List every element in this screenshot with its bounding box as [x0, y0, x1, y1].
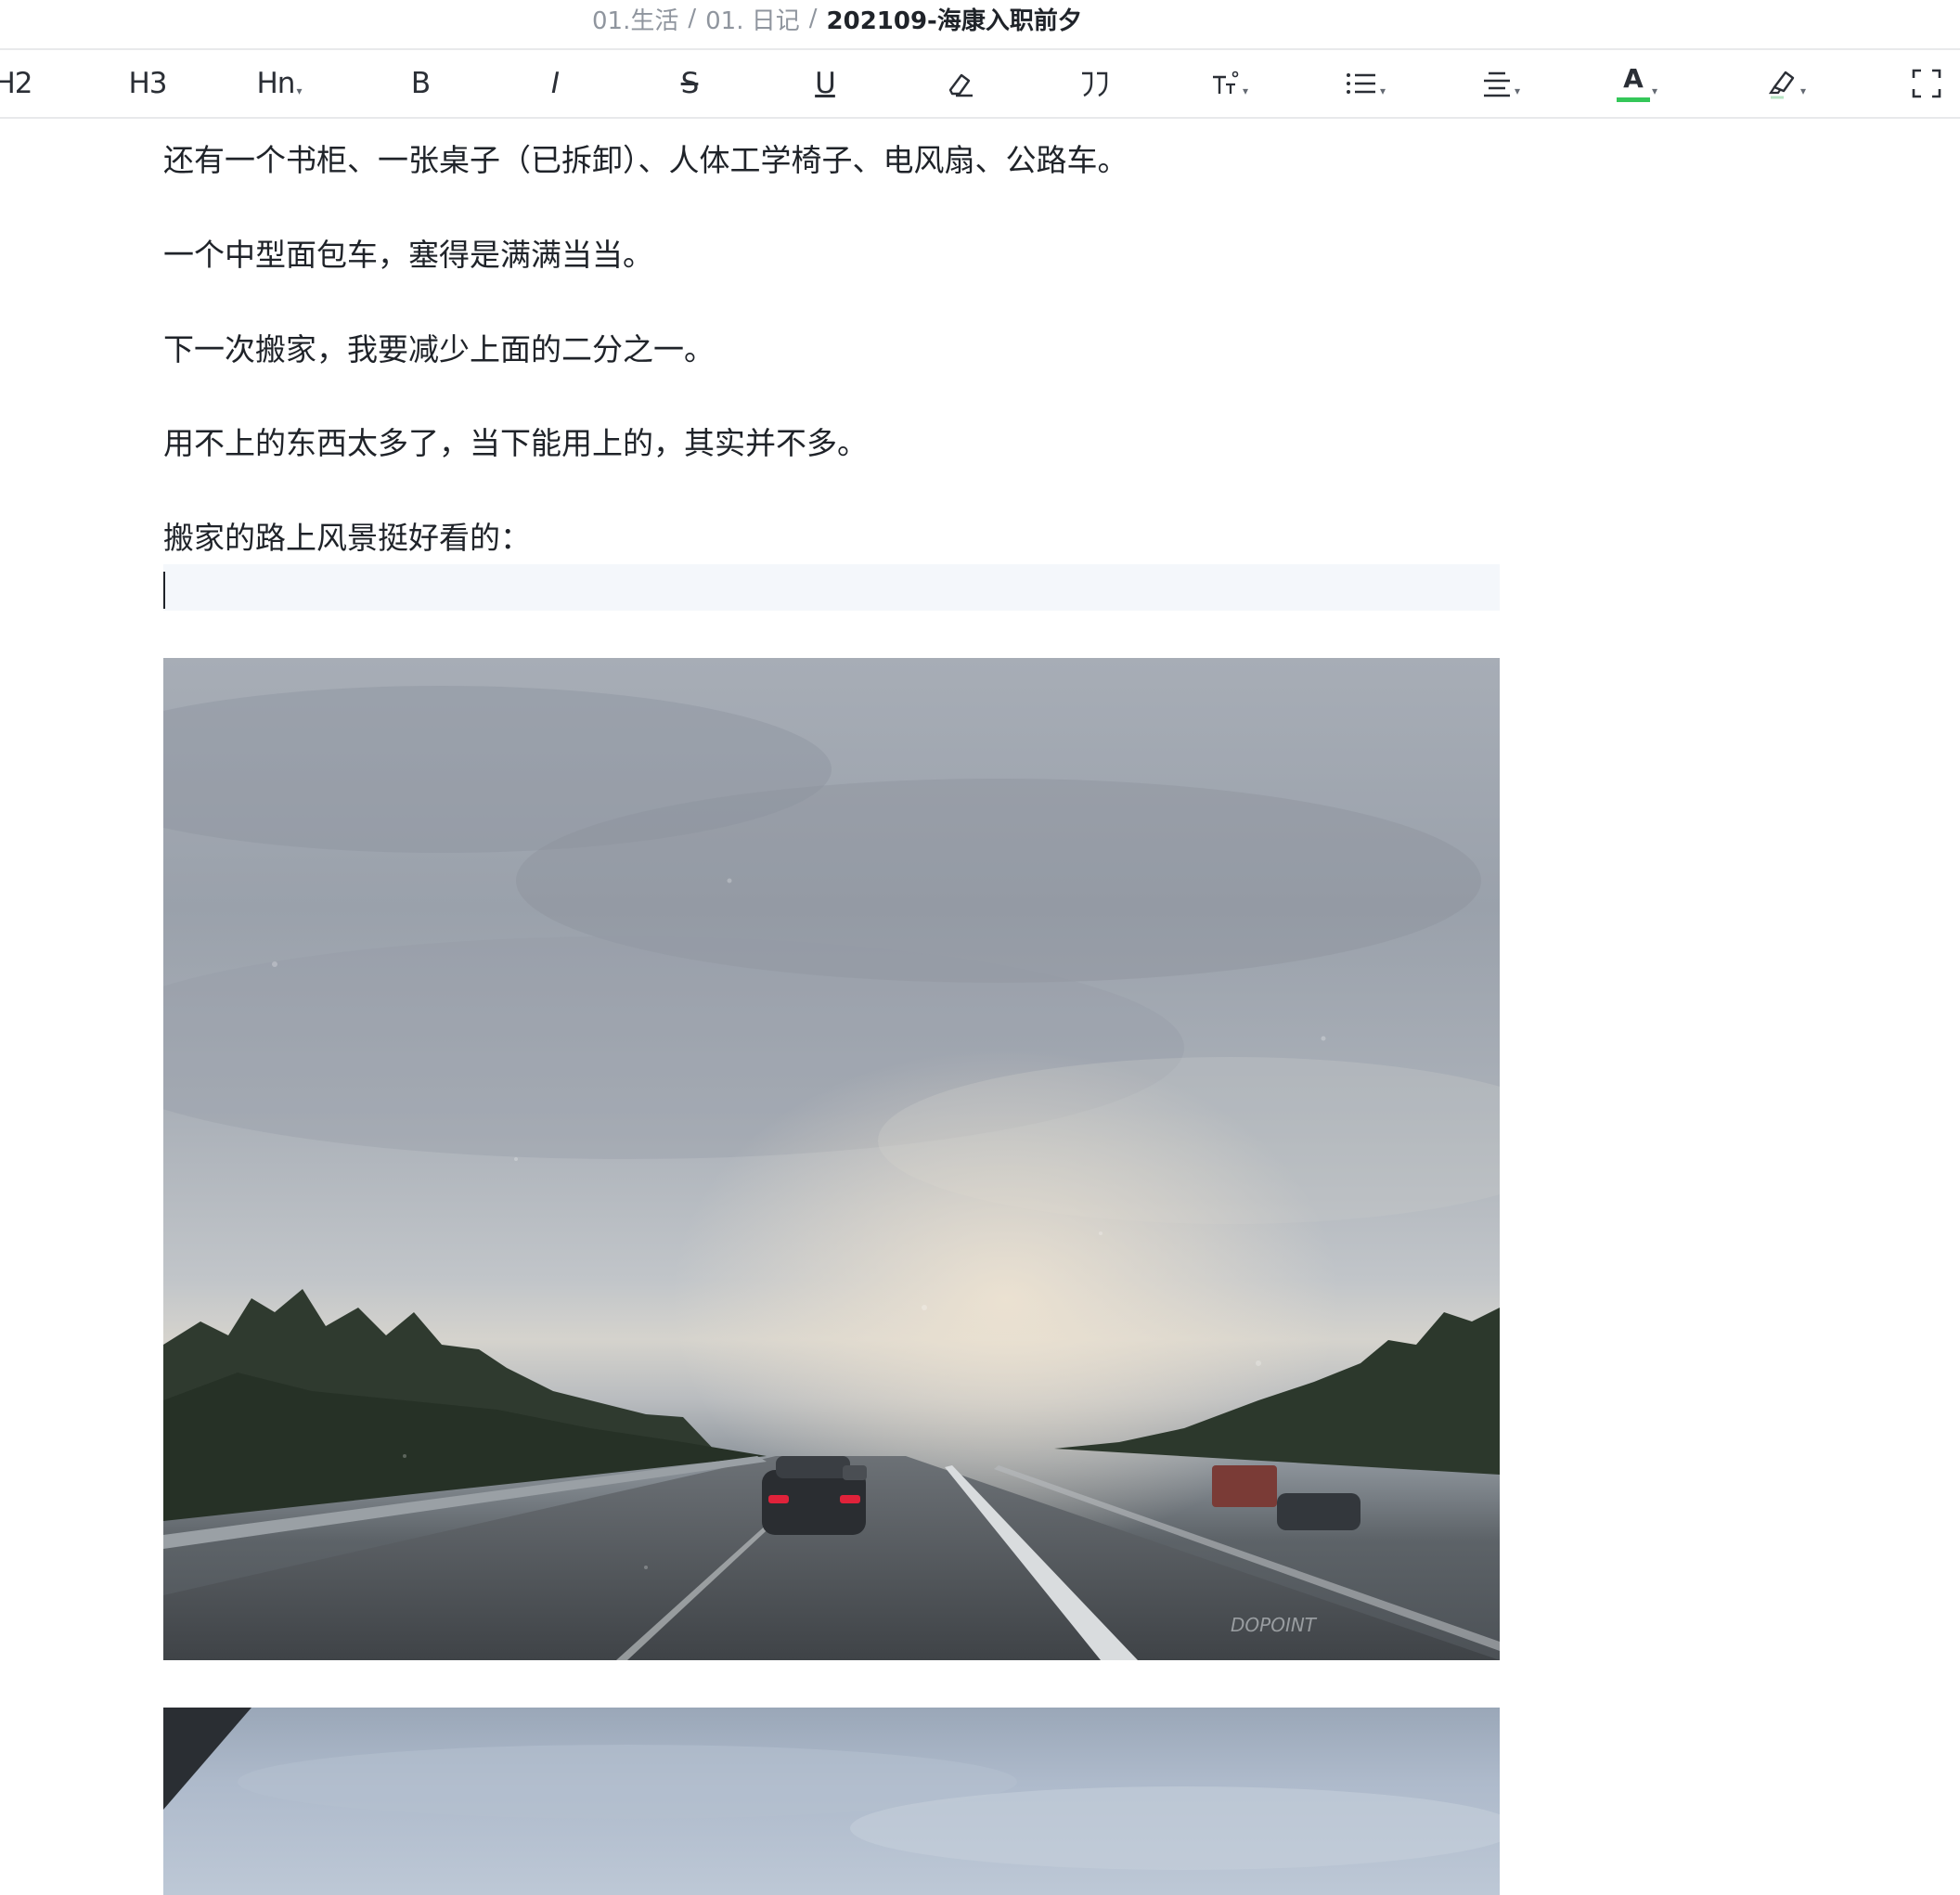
breadcrumb-item-diary[interactable]: 01. 日记 — [705, 2, 800, 36]
list-icon — [1345, 70, 1378, 97]
paragraph[interactable]: 用不上的东西太多了，当下能用上的，其实并不多。 — [163, 422, 868, 465]
font-size-icon — [1209, 68, 1241, 99]
strikethrough-button[interactable]: S — [656, 58, 723, 110]
underline-label: U — [815, 67, 836, 100]
text-cursor — [163, 572, 165, 609]
highlight-button[interactable]: ▾ — [1753, 58, 1820, 110]
eraser-icon — [945, 68, 976, 99]
italic-label: I — [550, 67, 560, 100]
eraser-button[interactable] — [927, 58, 994, 110]
breadcrumb-item-life[interactable]: 01.生活 — [592, 2, 678, 36]
chevron-down-icon: ▾ — [1242, 84, 1249, 97]
underline-button[interactable]: U — [792, 58, 858, 110]
editor-window: 01.生活 / 01. 日记 / 202109-海康入职前夕 H2 H3 Hn ▾… — [0, 0, 1960, 1895]
quote-icon — [1078, 68, 1112, 99]
paragraph[interactable]: 还有一个书柜、一张桌子（已拆卸）、人体工学椅子、电风扇、公路车。 — [163, 139, 1128, 182]
chevron-down-icon: ▾ — [1514, 84, 1521, 97]
font-color-label: A — [1623, 63, 1644, 94]
heading-3-button[interactable]: H3 — [114, 58, 181, 110]
highway-photo[interactable]: DOPOINT — [163, 658, 1500, 1660]
align-button[interactable]: ▾ — [1467, 58, 1534, 110]
photo-watermark: DOPOINT — [1231, 1614, 1317, 1636]
italic-button[interactable]: I — [522, 58, 588, 110]
strikethrough-label: S — [680, 67, 700, 100]
breadcrumb: 01.生活 / 01. 日记 / 202109-海康入职前夕 — [592, 0, 1082, 37]
fullscreen-button[interactable] — [1893, 58, 1960, 110]
bold-button[interactable]: B — [387, 58, 454, 110]
page-title: 202109-海康入职前夕 — [826, 6, 1082, 35]
heading-n-button[interactable]: Hn ▾ — [246, 58, 313, 110]
chevron-down-icon: ▾ — [296, 84, 303, 97]
heading-n-label: Hn — [256, 67, 296, 100]
chevron-down-icon: ▾ — [1379, 84, 1386, 97]
quote-button[interactable] — [1062, 58, 1128, 110]
list-button[interactable]: ▾ — [1332, 58, 1399, 110]
format-toolbar: H2 H3 Hn ▾ B I S U ▾ ▾ ▾ A ▾ ▾ — [0, 50, 1960, 119]
bold-label: B — [410, 67, 431, 100]
font-color-button[interactable]: A ▾ — [1604, 58, 1670, 110]
sky-photo[interactable] — [163, 1708, 1500, 1895]
paragraph[interactable]: 一个中型面包车，塞得是满满当当。 — [163, 234, 653, 277]
highlight-icon — [1767, 67, 1799, 100]
font-color-icon: A — [1616, 63, 1650, 104]
sky-photo-scene — [163, 1708, 1500, 1870]
highway-photo-scene — [163, 658, 1500, 1660]
breadcrumb-separator: / — [688, 5, 697, 32]
paragraph[interactable]: 下一次搬家，我要减少上面的二分之一。 — [163, 329, 715, 371]
header-bar: 01.生活 / 01. 日记 / 202109-海康入职前夕 — [0, 0, 1960, 50]
align-icon — [1481, 70, 1513, 97]
heading-2-button[interactable]: H2 — [0, 58, 46, 110]
heading-2-label: H2 — [0, 67, 33, 100]
font-color-swatch — [1616, 97, 1650, 102]
heading-3-label: H3 — [128, 67, 167, 100]
breadcrumb-separator: / — [808, 5, 818, 32]
active-empty-line[interactable] — [163, 564, 1500, 611]
chevron-down-icon: ▾ — [1651, 84, 1658, 97]
chevron-down-icon: ▾ — [1799, 84, 1807, 97]
paragraph[interactable]: 搬家的路上风景挺好看的： — [163, 517, 531, 560]
font-size-button[interactable]: ▾ — [1195, 58, 1262, 110]
fullscreen-icon — [1911, 68, 1942, 99]
